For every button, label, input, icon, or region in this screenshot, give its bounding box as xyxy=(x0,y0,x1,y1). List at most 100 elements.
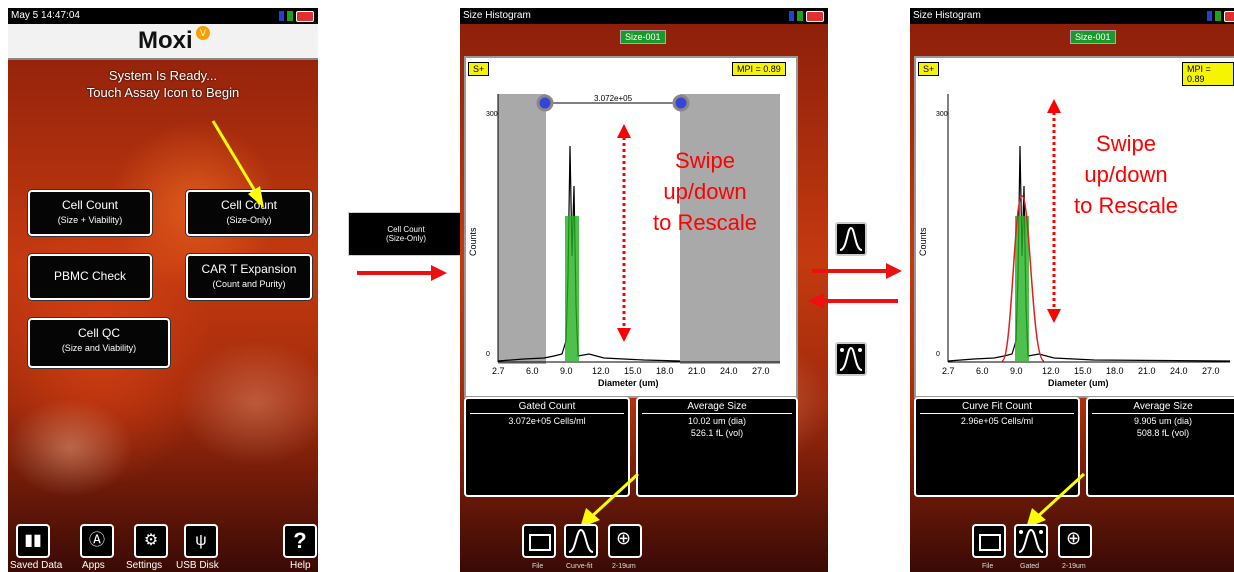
x-tick: 12.0 xyxy=(1042,366,1060,376)
question-icon: ? xyxy=(293,528,307,553)
home-screen: May 5 14:47:04 Moxi V System Is Ready...… xyxy=(8,8,318,572)
stat-head: Gated Count xyxy=(470,401,624,414)
status-icons xyxy=(1207,10,1234,22)
histogram-screen-gated: Size Histogram Size-001 S+ MPI = 0.89 3.… xyxy=(460,8,828,572)
gate-excluded-left xyxy=(498,94,546,364)
gear-icon: ⚙ xyxy=(143,532,159,549)
gate-left-handle[interactable] xyxy=(536,94,554,112)
stat-value: 9.905 um (dia) xyxy=(1133,416,1193,426)
zoom-icon: ⊕ xyxy=(616,528,632,548)
tile-cell-qc[interactable]: Cell QC (Size and Viability) xyxy=(28,318,170,368)
yellow-arrow xyxy=(580,472,640,528)
btn-label-file: File xyxy=(982,563,994,570)
x-tick: 15.0 xyxy=(624,366,642,376)
battery-icon xyxy=(1224,10,1234,22)
stat-head: Average Size xyxy=(1092,401,1234,414)
yellow-arrow xyxy=(1026,472,1086,528)
stat-value: 10.02 um (dia) xyxy=(687,416,747,426)
y-tick-top: 300 xyxy=(486,111,498,118)
y-tick-zero: 0 xyxy=(936,351,940,358)
status-bar: Size Histogram xyxy=(460,8,828,24)
help-button[interactable]: ? xyxy=(283,524,317,558)
histogram-peak-fill xyxy=(565,216,579,361)
x-tick: 21.0 xyxy=(1138,366,1156,376)
x-tick: 24.0 xyxy=(1170,366,1188,376)
y-axis-label: Counts xyxy=(468,227,478,256)
swipe-arrow-up xyxy=(1047,99,1061,113)
status-bar: Size Histogram xyxy=(910,8,1234,24)
x-tick: 18.0 xyxy=(656,366,674,376)
x-tick: 24.0 xyxy=(720,366,738,376)
status-bar: May 5 14:47:04 xyxy=(8,8,318,24)
yellow-arrow xyxy=(211,120,264,208)
swipe-hint: Swipe up/down to Rescale xyxy=(653,148,757,235)
usb-icon xyxy=(287,11,293,21)
gated-button[interactable] xyxy=(1014,524,1048,558)
y-axis-label: Counts xyxy=(918,227,928,256)
stat-value: 508.8 fL (vol) xyxy=(1136,428,1190,438)
battery-icon xyxy=(296,10,314,22)
btn-label-gated: Gated xyxy=(1020,563,1040,570)
swipe-arrow-down xyxy=(617,328,631,342)
bluetooth-icon xyxy=(1207,11,1212,21)
file-button[interactable] xyxy=(522,524,556,558)
settings-button[interactable]: ⚙ xyxy=(134,524,168,558)
ready-line-2: Touch Assay Icon to Begin xyxy=(86,85,240,100)
btn-label-file: File xyxy=(532,563,544,570)
folder-icon xyxy=(979,534,1001,551)
dock-label-saved-data: Saved Data xyxy=(10,560,63,571)
zoom-range-button[interactable]: ⊕ xyxy=(608,524,642,558)
red-arrow-left xyxy=(808,293,898,309)
screen-title: Size Histogram xyxy=(913,10,981,21)
apps-button[interactable]: Ⓐ xyxy=(80,524,114,558)
stat-value: 526.1 fL (vol) xyxy=(690,428,744,438)
gated-curve-icon xyxy=(1018,528,1044,553)
status-icons xyxy=(789,10,824,22)
x-tick: 6.0 xyxy=(526,366,539,376)
histogram-peak-fill xyxy=(1015,216,1029,361)
usb-disk-button[interactable]: ψ xyxy=(184,524,218,558)
x-axis-label: Diameter (um) xyxy=(598,378,659,388)
dock: ▮▮ Ⓐ ⚙ ψ ? Saved Data Apps Settings USB … xyxy=(8,524,318,572)
curve-fit-icon-legend xyxy=(835,222,867,256)
gate-label: 3.072e+05 xyxy=(594,94,633,103)
x-tick: 2.7 xyxy=(492,366,505,376)
usb-icon: ψ xyxy=(195,532,207,549)
gated-icon-legend xyxy=(835,342,867,376)
zoom-icon: ⊕ xyxy=(1066,528,1082,548)
dock-label-apps: Apps xyxy=(82,560,105,571)
curve-fit-button[interactable] xyxy=(564,524,598,558)
btn-label-range: 2-19um xyxy=(612,563,636,570)
x-tick: 27.0 xyxy=(752,366,770,376)
tile-pbmc-check[interactable]: PBMC Check xyxy=(28,254,152,300)
bluetooth-icon xyxy=(789,11,794,21)
x-tick: 18.0 xyxy=(1106,366,1124,376)
red-arrow-right-1 xyxy=(357,265,447,281)
usb-icon xyxy=(1215,11,1221,21)
zoom-range-button[interactable]: ⊕ xyxy=(1058,524,1092,558)
bell-curve-icon xyxy=(568,528,594,553)
x-tick: 12.0 xyxy=(592,366,610,376)
average-size-box: Average Size 9.905 um (dia) 508.8 fL (vo… xyxy=(1086,397,1234,497)
gate-right-handle[interactable] xyxy=(672,94,690,112)
x-tick: 6.0 xyxy=(976,366,989,376)
swipe-arrow-up xyxy=(617,124,631,138)
status-icons xyxy=(279,10,314,22)
usb-icon xyxy=(797,11,803,21)
file-button[interactable] xyxy=(972,524,1006,558)
x-tick: 9.0 xyxy=(560,366,573,376)
dock-label-usb-disk: USB Disk xyxy=(176,560,219,571)
swipe-hint: Swipe up/down to Rescale xyxy=(1074,131,1178,218)
tile-cell-count-size-viability[interactable]: Cell Count (Size + Viability) xyxy=(28,190,152,236)
stat-value: 2.96e+05 Cells/ml xyxy=(960,416,1034,426)
x-tick: 2.7 xyxy=(942,366,955,376)
x-axis-label: Diameter (um) xyxy=(1048,378,1109,388)
x-tick: 21.0 xyxy=(688,366,706,376)
x-tick: 15.0 xyxy=(1074,366,1092,376)
status-time: May 5 14:47:04 xyxy=(11,10,80,21)
saved-data-button[interactable]: ▮▮ xyxy=(16,524,50,558)
histogram-chart[interactable]: 300 0 Counts 2.7 6.0 9.0 12.0 15.0 18.0 … xyxy=(914,56,1234,394)
tile-car-t-expansion[interactable]: CAR T Expansion (Count and Purity) xyxy=(186,254,312,300)
callout-cell-count-size-only: Cell Count (Size-Only) xyxy=(348,212,464,256)
stat-head: Curve Fit Count xyxy=(920,401,1074,414)
